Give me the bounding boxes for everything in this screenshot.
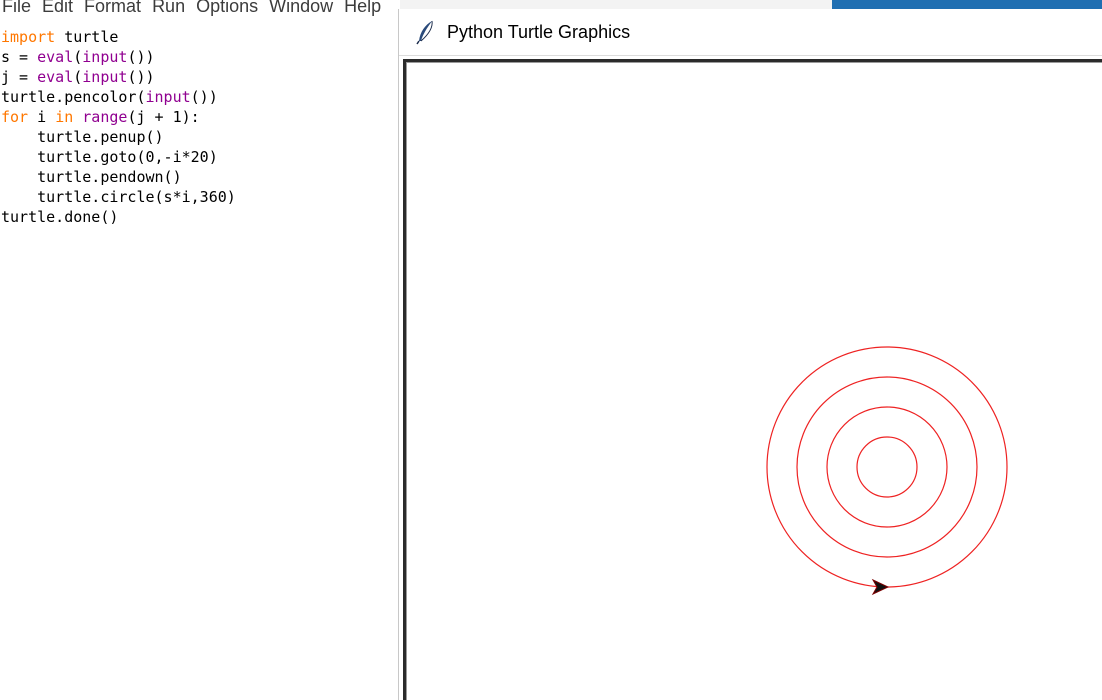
code-token: eval [37,48,74,66]
code-line: turtle.pendown() [1,167,236,187]
code-line: for i in range(j + 1): [1,107,236,127]
code-token: import [1,28,56,46]
code-token: turtle [55,28,119,46]
menu-item-edit[interactable]: Edit [40,0,82,17]
code-line: turtle.goto(0,-i*20) [1,147,236,167]
code-token: ()) [190,88,218,106]
code-line: turtle.circle(s*i,360) [1,187,236,207]
code-line: s = eval(input()) [1,47,236,67]
code-token: j = [1,68,38,86]
background-window-strip [398,0,832,9]
code-token: in [55,108,74,126]
code-token: i [28,108,56,126]
feather-icon [416,20,433,45]
code-token: ()) [127,48,155,66]
code-token: eval [37,68,74,86]
code-line: turtle.penup() [1,127,236,147]
title-bar[interactable]: Python Turtle Graphics [399,9,1102,56]
code-token: input [145,88,191,106]
code-token: input [82,68,128,86]
menu-item-file[interactable]: File [0,0,40,17]
desktop-background [832,0,1102,9]
turtle-graphics-window: Python Turtle Graphics [398,9,1102,700]
menu-item-window[interactable]: Window [267,0,342,17]
turtle-circle-3 [796,376,978,558]
turtle-circle-4 [766,346,1008,588]
code-token: range [82,108,128,126]
menu-item-format[interactable]: Format [82,0,150,17]
code-line: import turtle [1,27,236,47]
turtle-canvas[interactable] [406,62,1102,700]
turtle-circle-2 [826,406,948,528]
code-token: ( [73,68,83,86]
window-title: Python Turtle Graphics [447,21,631,42]
menu-item-options[interactable]: Options [194,0,267,17]
code-token: s = [1,48,38,66]
code-token: ()) [127,68,155,86]
code-token: turtle.done() [1,208,119,226]
code-line: turtle.done() [1,207,236,227]
code-token: input [82,48,128,66]
code-token: turtle.goto(0,-i*20) [1,148,218,166]
code-token: turtle.pencolor( [1,88,146,106]
code-line: j = eval(input()) [1,67,236,87]
turtle-circle-1 [856,436,918,498]
code-token: turtle.penup() [1,128,164,146]
menu-item-run[interactable]: Run [150,0,194,17]
idle-editor-window: File Edit Format Run Options Window Help impor… [0,0,400,700]
code-editor[interactable]: import turtle s = eval(input()) j = eval(i… [1,27,236,227]
code-token: turtle.circle(s*i,360) [1,188,236,206]
code-token: turtle.pendown() [1,168,182,186]
drawing-area [766,346,1008,596]
code-line: turtle.pencolor(input()) [1,87,236,107]
menu-item-help[interactable]: Help [342,0,390,17]
menu-bar: File Edit Format Run Options Window Help [0,0,460,18]
code-token: (j + 1): [127,108,200,126]
canvas-frame [403,59,1102,700]
code-token: for [1,108,29,126]
code-token: ( [73,48,83,66]
